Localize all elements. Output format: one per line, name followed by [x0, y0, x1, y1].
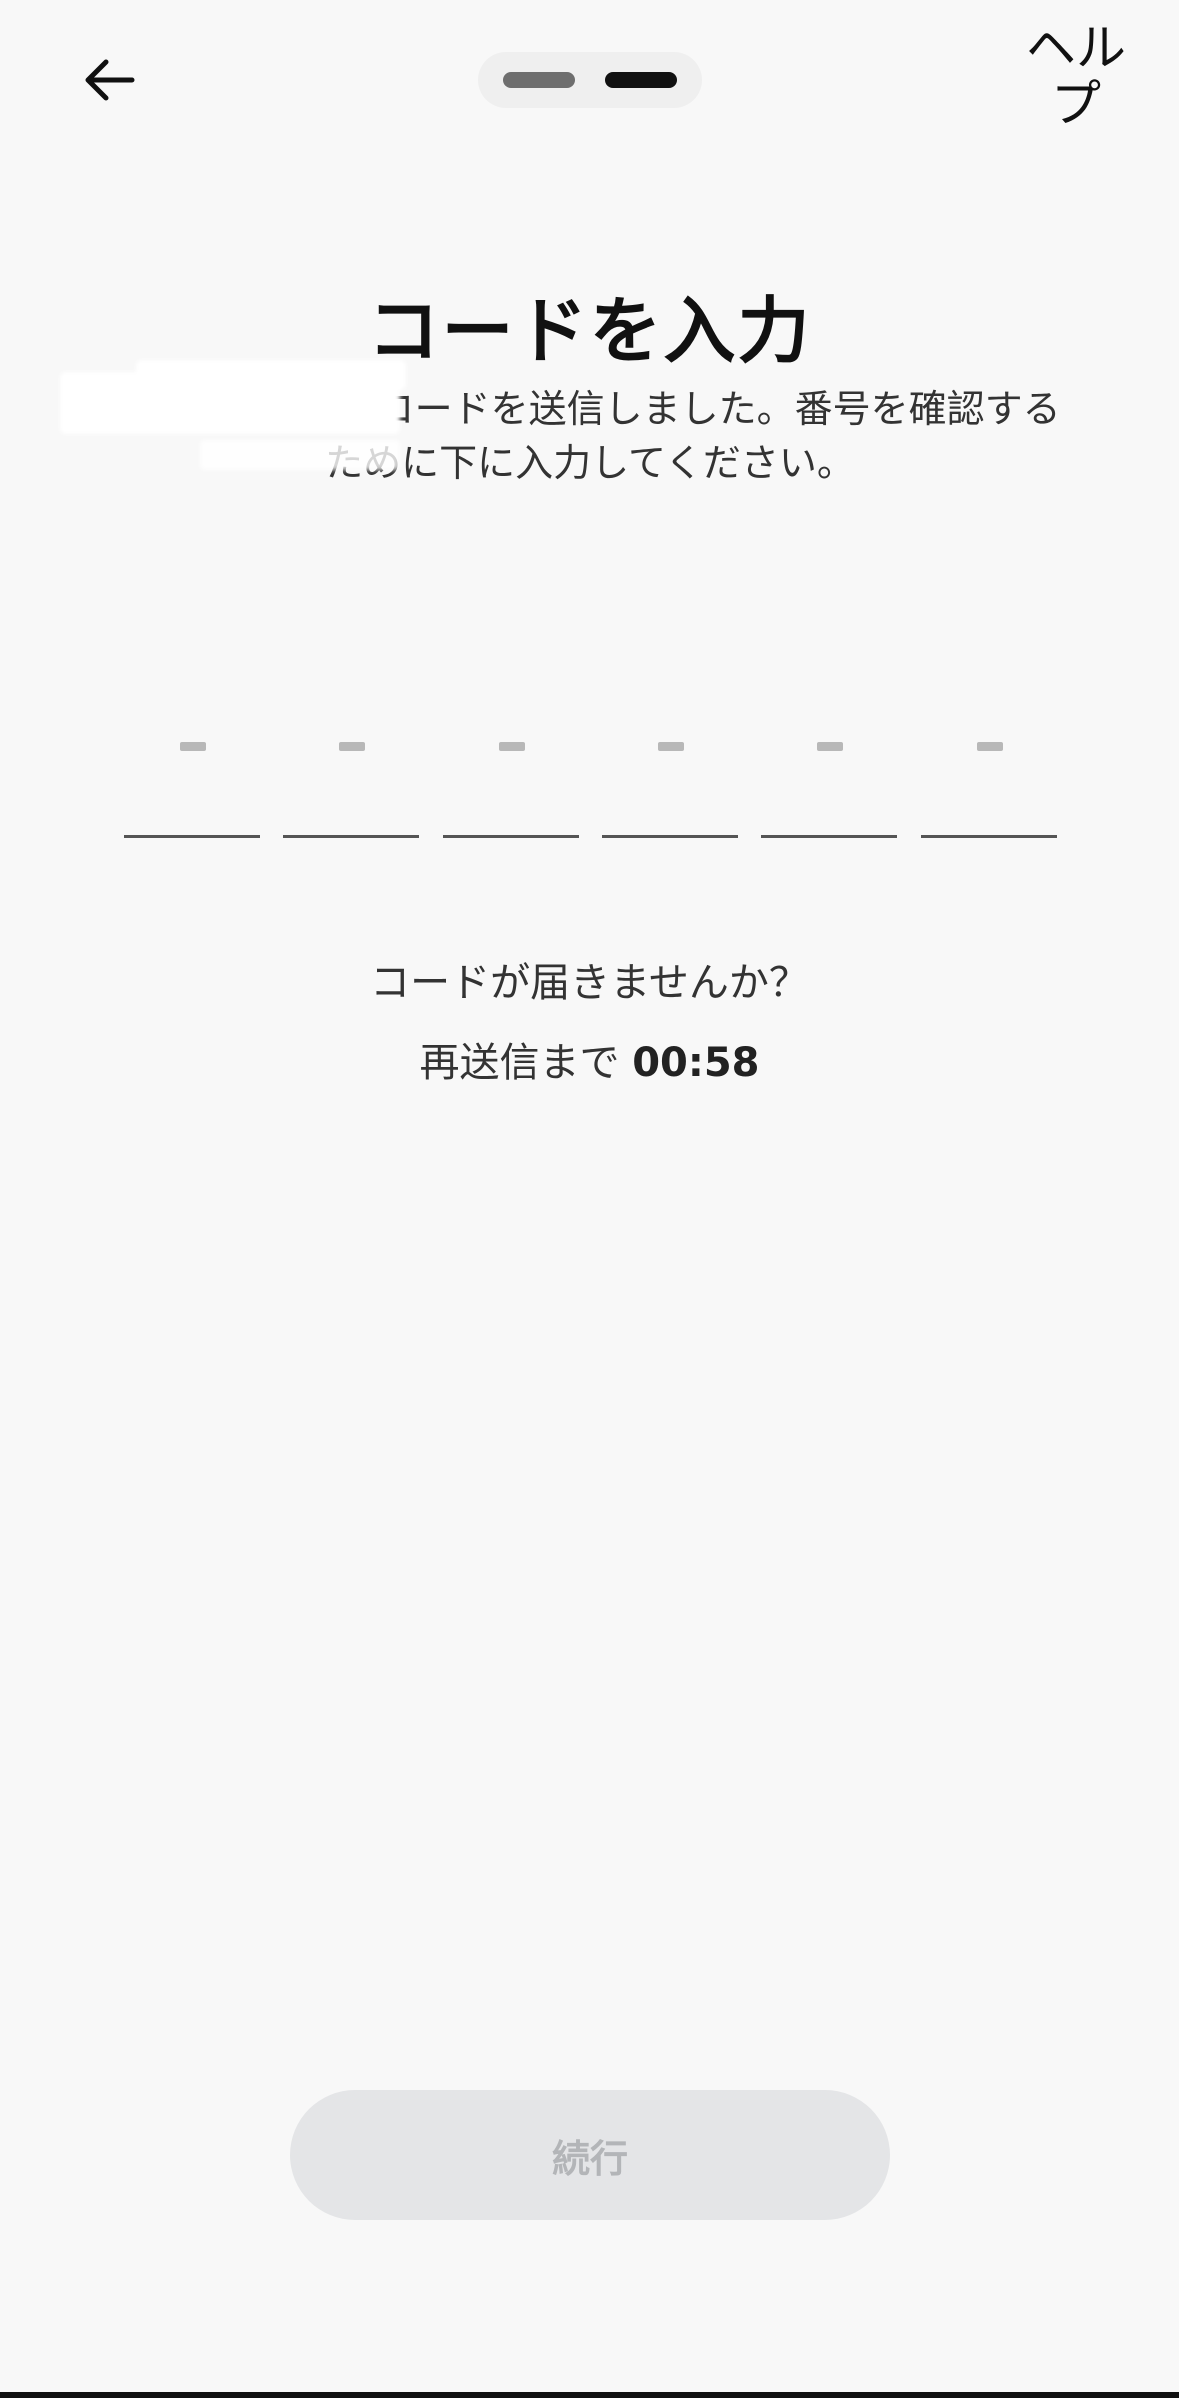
placeholder-dash: [817, 742, 844, 751]
digit-underline: [442, 835, 579, 838]
code-digit-3[interactable]: [442, 718, 579, 838]
step-1-indicator: [503, 72, 575, 88]
digit-underline: [761, 835, 898, 838]
arrow-left-icon: [85, 59, 135, 101]
sms-code-screen: ヘルプ コードを入力 にSMSで6桁のコードを送信しました。番号を確認するために…: [0, 0, 1179, 2398]
digit-underline: [920, 835, 1057, 838]
placeholder-dash: [498, 742, 525, 751]
placeholder-dash: [657, 742, 684, 751]
placeholder-dash: [180, 742, 206, 751]
no-code-prompt: コードが届きませんか？: [370, 960, 809, 1006]
resend-label: 再送信まで: [419, 1040, 620, 1086]
resend-timer: 00:58: [632, 1040, 760, 1086]
code-digit-5[interactable]: [761, 718, 898, 838]
redacted-text-overlay: [200, 440, 400, 470]
back-button[interactable]: [70, 40, 150, 120]
digit-underline: [601, 835, 738, 838]
code-digit-6[interactable]: [920, 718, 1057, 838]
digit-underline: [283, 835, 420, 838]
placeholder-dash: [976, 742, 1003, 751]
help-link[interactable]: ヘルプ: [1016, 20, 1136, 132]
redacted-phone-number-overlay: [136, 360, 406, 390]
code-input-group: [124, 718, 1057, 838]
bottom-edge: [0, 2392, 1179, 2398]
code-digit-2[interactable]: [283, 718, 420, 838]
resend-countdown: 再送信まで 00:58: [0, 1030, 1179, 1088]
step-2-indicator: [605, 72, 677, 88]
digit-underline: [124, 835, 260, 838]
continue-button[interactable]: 続行: [290, 2090, 890, 2220]
code-digit-4[interactable]: [601, 718, 738, 838]
progress-stepper: [478, 52, 702, 108]
placeholder-dash: [339, 742, 366, 751]
code-digit-1[interactable]: [124, 718, 260, 838]
